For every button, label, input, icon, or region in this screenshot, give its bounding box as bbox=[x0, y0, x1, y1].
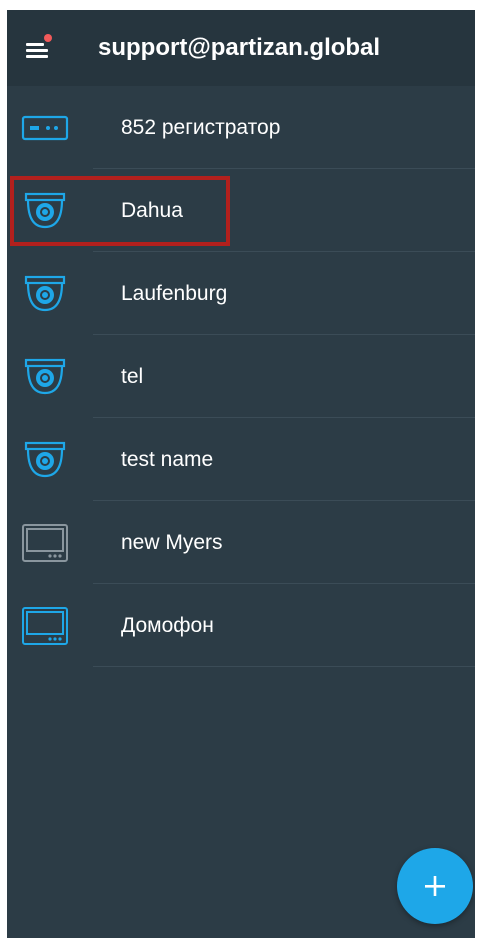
device-item-new-myers[interactable]: new Myers bbox=[7, 501, 475, 584]
dome-camera-icon bbox=[24, 275, 66, 312]
device-label: Домофон bbox=[121, 614, 214, 637]
dvr-recorder-icon bbox=[21, 115, 69, 141]
intercom-monitor-icon bbox=[22, 607, 68, 645]
hamburger-menu-icon-bar bbox=[26, 55, 48, 58]
hamburger-menu-icon bbox=[26, 43, 44, 46]
notification-dot bbox=[44, 34, 52, 42]
device-list: 852 регистратор Dahua Laufenburg tel tes… bbox=[7, 86, 475, 667]
device-item-laufenburg[interactable]: Laufenburg bbox=[7, 252, 475, 335]
device-label: tel bbox=[121, 365, 144, 388]
add-device-button[interactable] bbox=[397, 848, 473, 924]
dome-camera-icon bbox=[24, 441, 66, 478]
selection-highlight-box bbox=[10, 176, 230, 246]
app-screen: support@partizan.global 852 регистратор … bbox=[7, 10, 475, 938]
intercom-monitor-icon bbox=[22, 524, 68, 562]
device-label: Laufenburg bbox=[121, 282, 228, 305]
dome-camera-icon bbox=[24, 358, 66, 395]
app-bar: support@partizan.global bbox=[7, 10, 475, 86]
device-item-tel[interactable]: tel bbox=[7, 335, 475, 418]
device-label: test name bbox=[121, 448, 214, 471]
account-title: support@partizan.global bbox=[98, 34, 381, 61]
plus-icon bbox=[425, 876, 445, 896]
device-label: 852 регистратор bbox=[121, 116, 281, 139]
device-item-852-recorder[interactable]: 852 регистратор bbox=[7, 86, 475, 169]
device-item-test-name[interactable]: test name bbox=[7, 418, 475, 501]
hamburger-menu-icon-bar bbox=[26, 49, 48, 52]
list-divider bbox=[93, 666, 475, 667]
menu-button[interactable] bbox=[21, 32, 55, 66]
device-label: new Myers bbox=[121, 531, 223, 554]
device-item-domofon[interactable]: Домофон bbox=[7, 584, 475, 667]
